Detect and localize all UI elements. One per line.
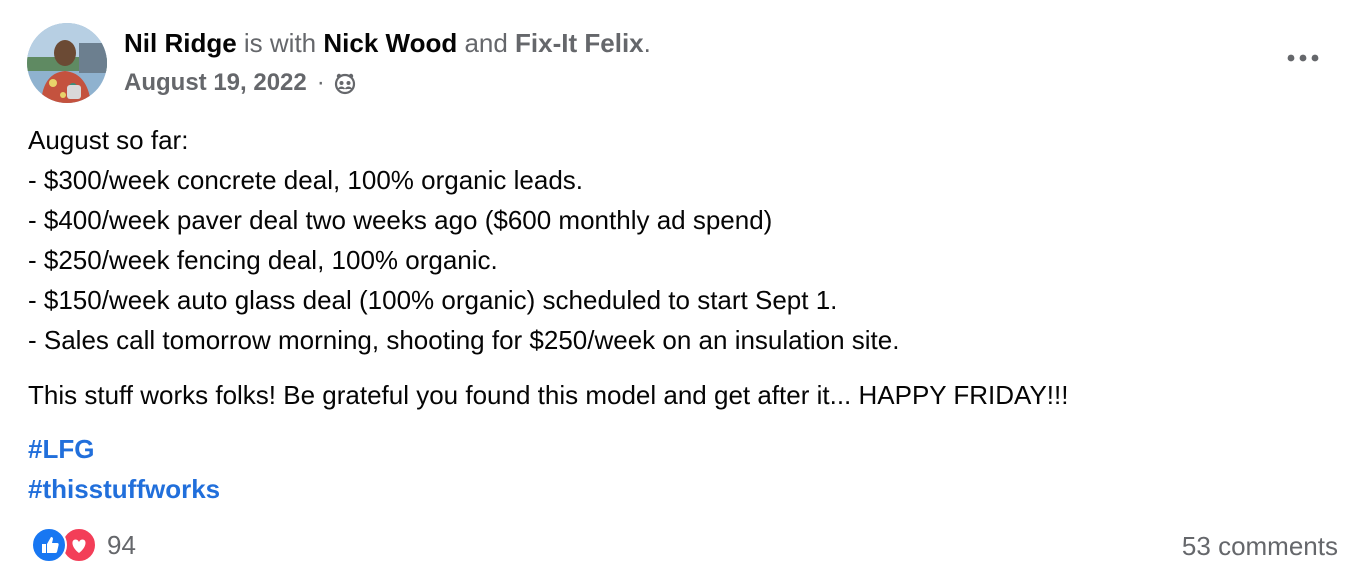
post-header: Nil Ridge is with Nick Wood and Fix-It F…	[124, 26, 651, 60]
post-line: - $150/week auto glass deal (100% organi…	[28, 285, 838, 315]
post-line: - $250/week fencing deal, 100% organic.	[28, 245, 498, 275]
hashtag-list: #LFG #thisstuffworks	[28, 429, 1338, 509]
tagged-person[interactable]: Nick Wood	[323, 28, 457, 58]
author-name[interactable]: Nil Ridge	[124, 28, 237, 58]
hashtag-link[interactable]: #thisstuffworks	[28, 469, 1338, 509]
reaction-summary[interactable]: 94	[31, 527, 136, 563]
tagged-page[interactable]: Fix-It Felix	[515, 28, 644, 58]
and-text: and	[457, 28, 516, 58]
post-line: - Sales call tomorrow morning, shooting …	[28, 325, 900, 355]
post-line: - $300/week concrete deal, 100% organic …	[28, 165, 584, 195]
hashtag-link[interactable]: #LFG	[28, 429, 1338, 469]
post-meta: August 19, 2022 ·	[124, 67, 357, 99]
post-line: - $400/week paver deal two weeks ago ($6…	[28, 205, 773, 235]
friends-icon[interactable]	[333, 71, 357, 95]
with-text: is with	[236, 28, 324, 58]
feed-post: Nil Ridge is with Nick Wood and Fix-It F…	[0, 0, 1360, 575]
header-period: .	[643, 28, 651, 58]
meta-separator: ·	[316, 69, 325, 96]
post-body: August so far: - $300/week concrete deal…	[28, 120, 1338, 509]
post-line: August so far:	[28, 125, 189, 155]
more-options-button[interactable]	[1283, 46, 1323, 70]
comments-count[interactable]: 53 comments	[1182, 531, 1338, 562]
post-date[interactable]: August 19, 2022	[124, 67, 307, 99]
reaction-count[interactable]: 94	[107, 530, 136, 561]
like-icon	[31, 527, 67, 563]
post-paragraph: This stuff works folks! Be grateful you …	[28, 380, 1069, 410]
more-options-icon	[1287, 54, 1319, 62]
author-avatar[interactable]	[27, 23, 107, 103]
